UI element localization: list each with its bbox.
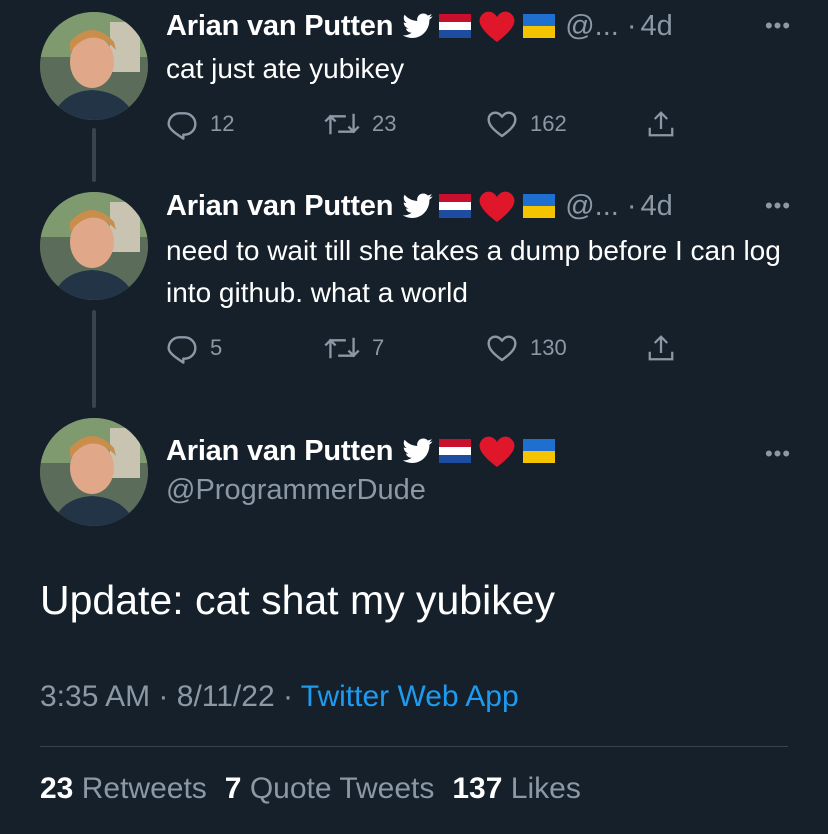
retweets-label: Retweets <box>81 772 207 805</box>
tweet-text: cat just ate yubikey <box>166 53 405 84</box>
author-handle[interactable]: @... <box>565 190 619 223</box>
reply-count: 12 <box>210 111 235 136</box>
more-icon[interactable]: ••• <box>758 186 798 226</box>
likes-stat[interactable]: 137 Likes <box>452 772 580 805</box>
quote-tweets-label: Quote Tweets <box>249 772 435 805</box>
like-button[interactable]: 130 <box>486 328 567 368</box>
tweet-text: Update: cat shat my yubikey <box>40 577 556 623</box>
avatar[interactable] <box>40 12 148 120</box>
reply-icon <box>167 336 197 364</box>
verified-bird-icon <box>403 193 433 218</box>
likes-count: 137 <box>452 772 503 805</box>
separator-dot: · <box>626 9 637 42</box>
tweet-date[interactable]: 8/11/22 <box>177 680 275 713</box>
name-badges <box>403 433 557 469</box>
avatar[interactable] <box>40 418 148 526</box>
retweet-button[interactable]: 23 <box>324 104 396 144</box>
share-button[interactable] <box>646 328 676 368</box>
reply-icon <box>167 112 197 140</box>
retweet-count: 7 <box>372 335 385 360</box>
share-icon <box>648 111 674 137</box>
flag-netherlands-icon <box>439 194 472 218</box>
like-count: 130 <box>530 335 567 360</box>
like-icon <box>487 111 517 138</box>
tweet-stats: 23 Retweets 7 Quote Tweets 137 Likes <box>40 772 581 806</box>
retweet-icon <box>324 113 360 135</box>
flag-ukraine-icon <box>523 439 556 463</box>
verified-bird-icon <box>403 438 433 463</box>
like-icon <box>487 335 517 362</box>
tweet-thread-page: Arian van Putten @... · 4d ••• cat just … <box>0 0 828 834</box>
name-row: Arian van Putten <box>166 430 557 472</box>
author-name[interactable]: Arian van Putten <box>166 190 393 223</box>
quote-tweets-stat[interactable]: 7 Quote Tweets <box>225 772 435 805</box>
share-button[interactable] <box>646 104 676 144</box>
tweet-text: need to wait till she takes a dump befor… <box>166 235 781 308</box>
author-name[interactable]: Arian van Putten <box>166 10 393 43</box>
divider <box>40 746 788 747</box>
tweet-actions: 12 23 162 <box>166 104 686 144</box>
focused-tweet: Arian van Putten @ProgrammerDude ••• Upd… <box>0 408 828 834</box>
more-icon[interactable]: ••• <box>758 434 798 474</box>
author-name[interactable]: Arian van Putten <box>166 435 393 468</box>
reply-count: 5 <box>210 335 223 360</box>
name-badges <box>403 188 557 224</box>
tweet-header: Arian van Putten @... · 4d ••• <box>166 186 798 226</box>
separator-dot: · <box>282 680 293 713</box>
retweet-count: 23 <box>372 111 397 136</box>
separator-dot: · <box>626 189 637 222</box>
name-badges <box>403 8 557 44</box>
retweet-icon <box>324 337 360 359</box>
retweets-count: 23 <box>40 772 74 805</box>
author-handle[interactable]: @ProgrammerDude <box>166 474 557 507</box>
tweet-header: Arian van Putten @... · 4d ••• <box>166 6 798 46</box>
red-heart-emoji-icon <box>479 191 515 222</box>
retweets-stat[interactable]: 23 Retweets <box>40 772 207 805</box>
tweet-time[interactable]: 4d <box>641 190 673 223</box>
tweet-time[interactable]: 4d <box>641 10 673 43</box>
flag-ukraine-icon <box>523 14 556 38</box>
tweet-time[interactable]: 3:35 AM <box>40 680 150 713</box>
like-button[interactable]: 162 <box>486 104 567 144</box>
likes-label: Likes <box>510 772 581 805</box>
author-handle[interactable]: @... <box>565 10 619 43</box>
reply-button[interactable]: 5 <box>166 328 222 368</box>
quote-tweets-count: 7 <box>224 772 242 805</box>
retweet-button[interactable]: 7 <box>324 328 384 368</box>
tweet-actions: 5 7 130 <box>166 328 686 368</box>
red-heart-emoji-icon <box>479 11 515 42</box>
author-block[interactable]: Arian van Putten @ProgrammerDude <box>166 430 557 507</box>
flag-netherlands-icon <box>439 14 472 38</box>
thread-tweet-2[interactable]: Arian van Putten @... · 4d ••• need to w… <box>0 182 828 408</box>
tweet-meta: 3:35 AM · 8/11/22 · Twitter Web App <box>40 680 519 714</box>
thread-connector-line <box>92 128 96 182</box>
share-icon <box>648 335 674 361</box>
like-count: 162 <box>530 111 567 136</box>
flag-netherlands-icon <box>439 439 472 463</box>
reply-button[interactable]: 12 <box>166 104 234 144</box>
red-heart-emoji-icon <box>479 436 515 467</box>
flag-ukraine-icon <box>523 194 556 218</box>
avatar[interactable] <box>40 192 148 300</box>
tweet-source-link[interactable]: Twitter Web App <box>301 680 519 713</box>
separator-dot: · <box>158 680 169 713</box>
verified-bird-icon <box>403 13 433 38</box>
thread-tweet-1[interactable]: Arian van Putten @... · 4d ••• cat just … <box>0 0 828 182</box>
more-icon[interactable]: ••• <box>758 6 798 46</box>
thread-connector-line <box>92 310 96 408</box>
